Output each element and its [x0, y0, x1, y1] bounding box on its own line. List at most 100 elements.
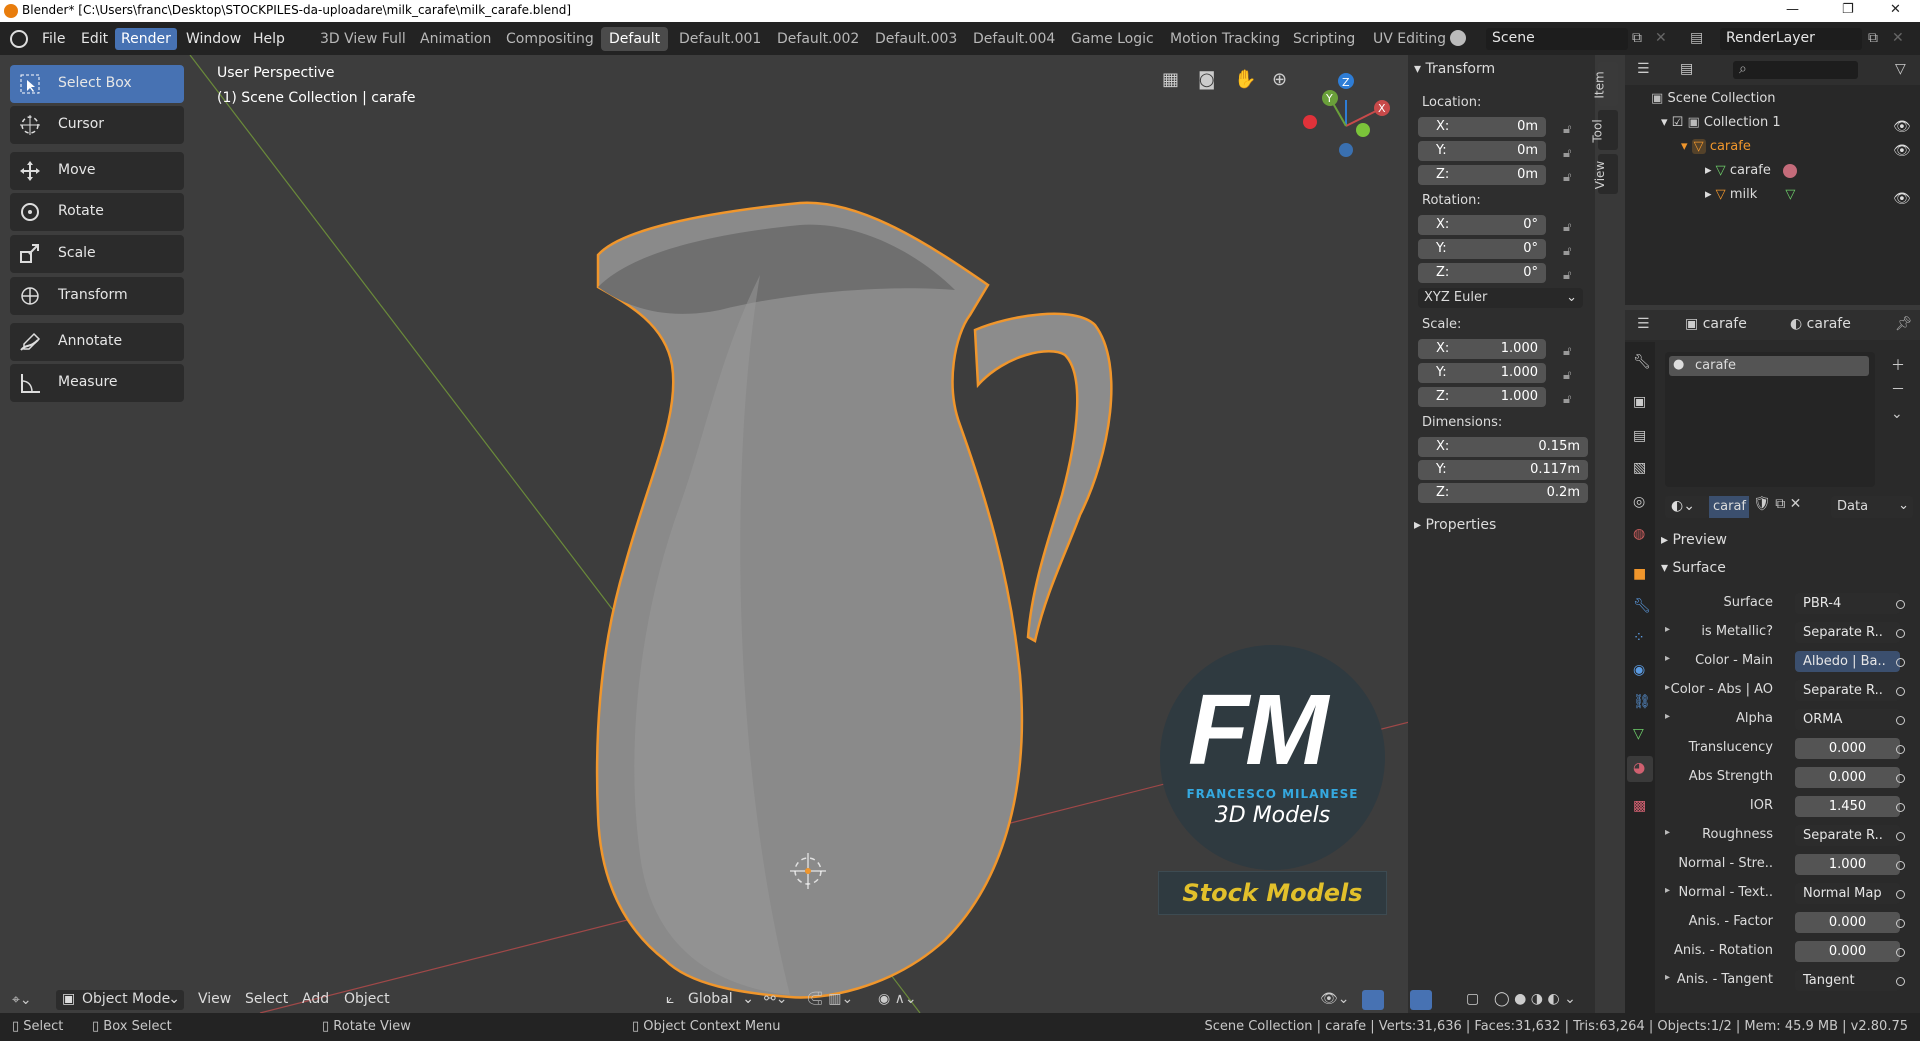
modifier-icon[interactable]: 🔧︎ — [1633, 598, 1651, 614]
tab-3d-view-full[interactable]: 3D View Full — [312, 27, 414, 51]
rotation-mode-dropdown[interactable]: XYZ Euler ⌄ — [1418, 288, 1583, 308]
tab-compositing[interactable]: Compositing — [498, 27, 602, 51]
blender-menu-icon[interactable] — [10, 30, 28, 48]
property-value[interactable]: Separate R.. — [1795, 825, 1900, 846]
tab-default-003[interactable]: Default.003 — [867, 27, 965, 51]
material-browse-button[interactable]: ◐⌄ — [1665, 496, 1709, 518]
editor-type-icon[interactable]: ☰ — [1637, 316, 1650, 332]
tab-default[interactable]: Default — [601, 27, 669, 51]
visibility-icon[interactable]: 👁︎⌄ — [1320, 991, 1350, 1007]
tab-default-004[interactable]: Default.004 — [965, 27, 1063, 51]
render-layer-selector[interactable]: RenderLayer — [1720, 28, 1862, 50]
tool-settings-icon[interactable]: 🔧︎ — [1633, 354, 1651, 370]
expand-arrow-icon[interactable]: ▸ — [1665, 711, 1670, 722]
tab-view[interactable]: View — [1593, 154, 1618, 194]
socket-icon[interactable] — [1896, 687, 1905, 696]
shading-modes[interactable]: ◯ ● ◑ ◐ ⌄ — [1494, 991, 1576, 1007]
scale-z-field[interactable]: Z: 1.000 — [1418, 387, 1546, 407]
tab-scripting[interactable]: Scripting — [1285, 27, 1363, 51]
editor-type-icon[interactable]: ⌖⌄ — [12, 992, 32, 1008]
particles-icon[interactable]: ⁘ — [1633, 630, 1645, 646]
mesh-data-icon[interactable]: ▽ — [1633, 726, 1644, 742]
socket-icon[interactable] — [1896, 600, 1905, 609]
constraints-icon[interactable]: ⛓︎ — [1633, 694, 1651, 710]
pan-hand-icon[interactable]: ✋ — [1234, 69, 1256, 90]
tool-cursor[interactable]: Cursor — [10, 106, 184, 144]
socket-icon[interactable] — [1896, 658, 1905, 667]
property-value[interactable]: 0.000 — [1795, 767, 1900, 788]
tab-motion-tracking[interactable]: Motion Tracking — [1162, 27, 1288, 51]
location-x-field[interactable]: X: 0m — [1418, 117, 1546, 137]
lock-icon[interactable]: 🔓︎ 🔓︎ 🔓︎ — [1563, 118, 1571, 190]
menu-file[interactable]: File — [36, 28, 71, 50]
display-mode-icon[interactable]: ▤ — [1680, 61, 1693, 77]
menu-render[interactable]: Render — [115, 28, 177, 50]
property-value[interactable]: Separate R.. — [1795, 622, 1900, 643]
expand-arrow-icon[interactable]: ▸ — [1665, 682, 1670, 693]
property-value[interactable]: 1.000 — [1795, 854, 1900, 875]
delete-scene-icon[interactable]: ✕ — [1655, 30, 1667, 46]
tab-game-logic[interactable]: Game Logic — [1063, 27, 1162, 51]
view-layer-icon[interactable]: ▧ — [1633, 460, 1646, 476]
dimension-x-field[interactable]: X: 0.15m — [1418, 437, 1588, 457]
expand-arrow-icon[interactable]: ▸ — [1665, 885, 1670, 896]
menu-object[interactable]: Object — [344, 991, 390, 1007]
lock-icon[interactable]: 🔓︎ 🔓︎ 🔓︎ — [1563, 216, 1571, 288]
tab-uv-editing[interactable]: UV Editing — [1365, 27, 1454, 51]
world-icon[interactable]: ◍ — [1633, 526, 1645, 542]
slot-buttons[interactable]: ＋－ ⌄ — [1891, 354, 1905, 426]
editor-type-icon[interactable]: ☰ — [1637, 61, 1650, 77]
socket-icon[interactable] — [1896, 716, 1905, 725]
property-value[interactable]: 0.000 — [1795, 738, 1900, 759]
pivot-icon[interactable]: ⚯⌄ — [764, 991, 787, 1007]
menu-window[interactable]: Window — [180, 28, 247, 50]
scale-x-field[interactable]: X: 1.000 — [1418, 339, 1546, 359]
expand-arrow-icon[interactable]: ▸ — [1665, 653, 1670, 664]
dimension-y-field[interactable]: Y: 0.117m — [1418, 460, 1588, 480]
delete-layer-icon[interactable]: ✕ — [1892, 30, 1904, 46]
dimension-z-field[interactable]: Z: 0.2m — [1418, 483, 1588, 503]
location-y-field[interactable]: Y: 0m — [1418, 141, 1546, 161]
tab-tool[interactable]: Tool — [1591, 110, 1618, 150]
preview-panel-header[interactable]: ▸ Preview — [1661, 532, 1727, 548]
close-button[interactable]: ✕ — [1890, 2, 1901, 17]
tool-scale[interactable]: Scale — [10, 235, 184, 273]
property-value[interactable]: 0.000 — [1795, 941, 1900, 962]
menu-add[interactable]: Add — [302, 991, 329, 1007]
socket-icon[interactable] — [1896, 890, 1905, 899]
outliner-search-input[interactable]: ⌕ — [1733, 61, 1858, 79]
socket-icon[interactable] — [1896, 948, 1905, 957]
fake-user-icon[interactable]: 🛡︎ ⧉ ✕ — [1753, 496, 1801, 512]
tool-select-box[interactable]: Select Box — [10, 65, 184, 103]
properties-header[interactable]: ▸ Properties — [1414, 517, 1496, 533]
material-slot-item[interactable]: ● carafe — [1669, 356, 1869, 376]
tab-item[interactable]: Item — [1593, 62, 1618, 106]
object-icon[interactable]: ■ — [1633, 566, 1646, 582]
scale-y-field[interactable]: Y: 1.000 — [1418, 363, 1546, 383]
gizmo-toggle-icon[interactable] — [1362, 990, 1384, 1010]
scene-icon[interactable]: ◎ — [1633, 494, 1645, 510]
minimize-button[interactable]: — — [1786, 2, 1799, 17]
output-icon[interactable]: ▤ — [1633, 428, 1646, 444]
tool-move[interactable]: Move — [10, 152, 184, 190]
outliner-object-milk[interactable]: ▸ ▽ milk ▽ — [1705, 187, 1795, 202]
property-value[interactable]: Normal Map — [1795, 883, 1900, 904]
tool-transform[interactable]: Transform — [10, 277, 184, 315]
overlay-toggle-icon[interactable] — [1410, 990, 1432, 1010]
lock-icon[interactable]: 🔓︎ 🔓︎ 🔓︎ — [1563, 340, 1571, 412]
proportional-edit-icon[interactable]: ◉ ∧⌄ — [878, 991, 917, 1007]
outliner-object-carafe[interactable]: ▾ ▽ carafe — [1681, 139, 1751, 154]
outliner-mesh-carafe[interactable]: ▸ ▽ carafe — [1705, 163, 1797, 178]
zoom-icon[interactable]: ⊕ — [1272, 69, 1287, 90]
camera-view-icon[interactable]: ◙ — [1198, 69, 1215, 90]
tool-rotate[interactable]: Rotate — [10, 193, 184, 231]
property-value[interactable]: ORMA — [1795, 709, 1900, 730]
tool-measure[interactable]: Measure — [10, 364, 184, 402]
expand-arrow-icon[interactable]: ▸ — [1665, 624, 1670, 635]
socket-icon[interactable] — [1896, 774, 1905, 783]
property-value[interactable]: Separate R.. — [1795, 680, 1900, 701]
socket-icon[interactable] — [1896, 832, 1905, 841]
scene-selector[interactable]: Scene — [1486, 28, 1628, 50]
visibility-eye-icon[interactable]: 👁︎ 👁︎ 👁︎ — [1893, 115, 1911, 211]
outliner-scene-collection[interactable]: ▣ Scene Collection — [1651, 91, 1776, 106]
